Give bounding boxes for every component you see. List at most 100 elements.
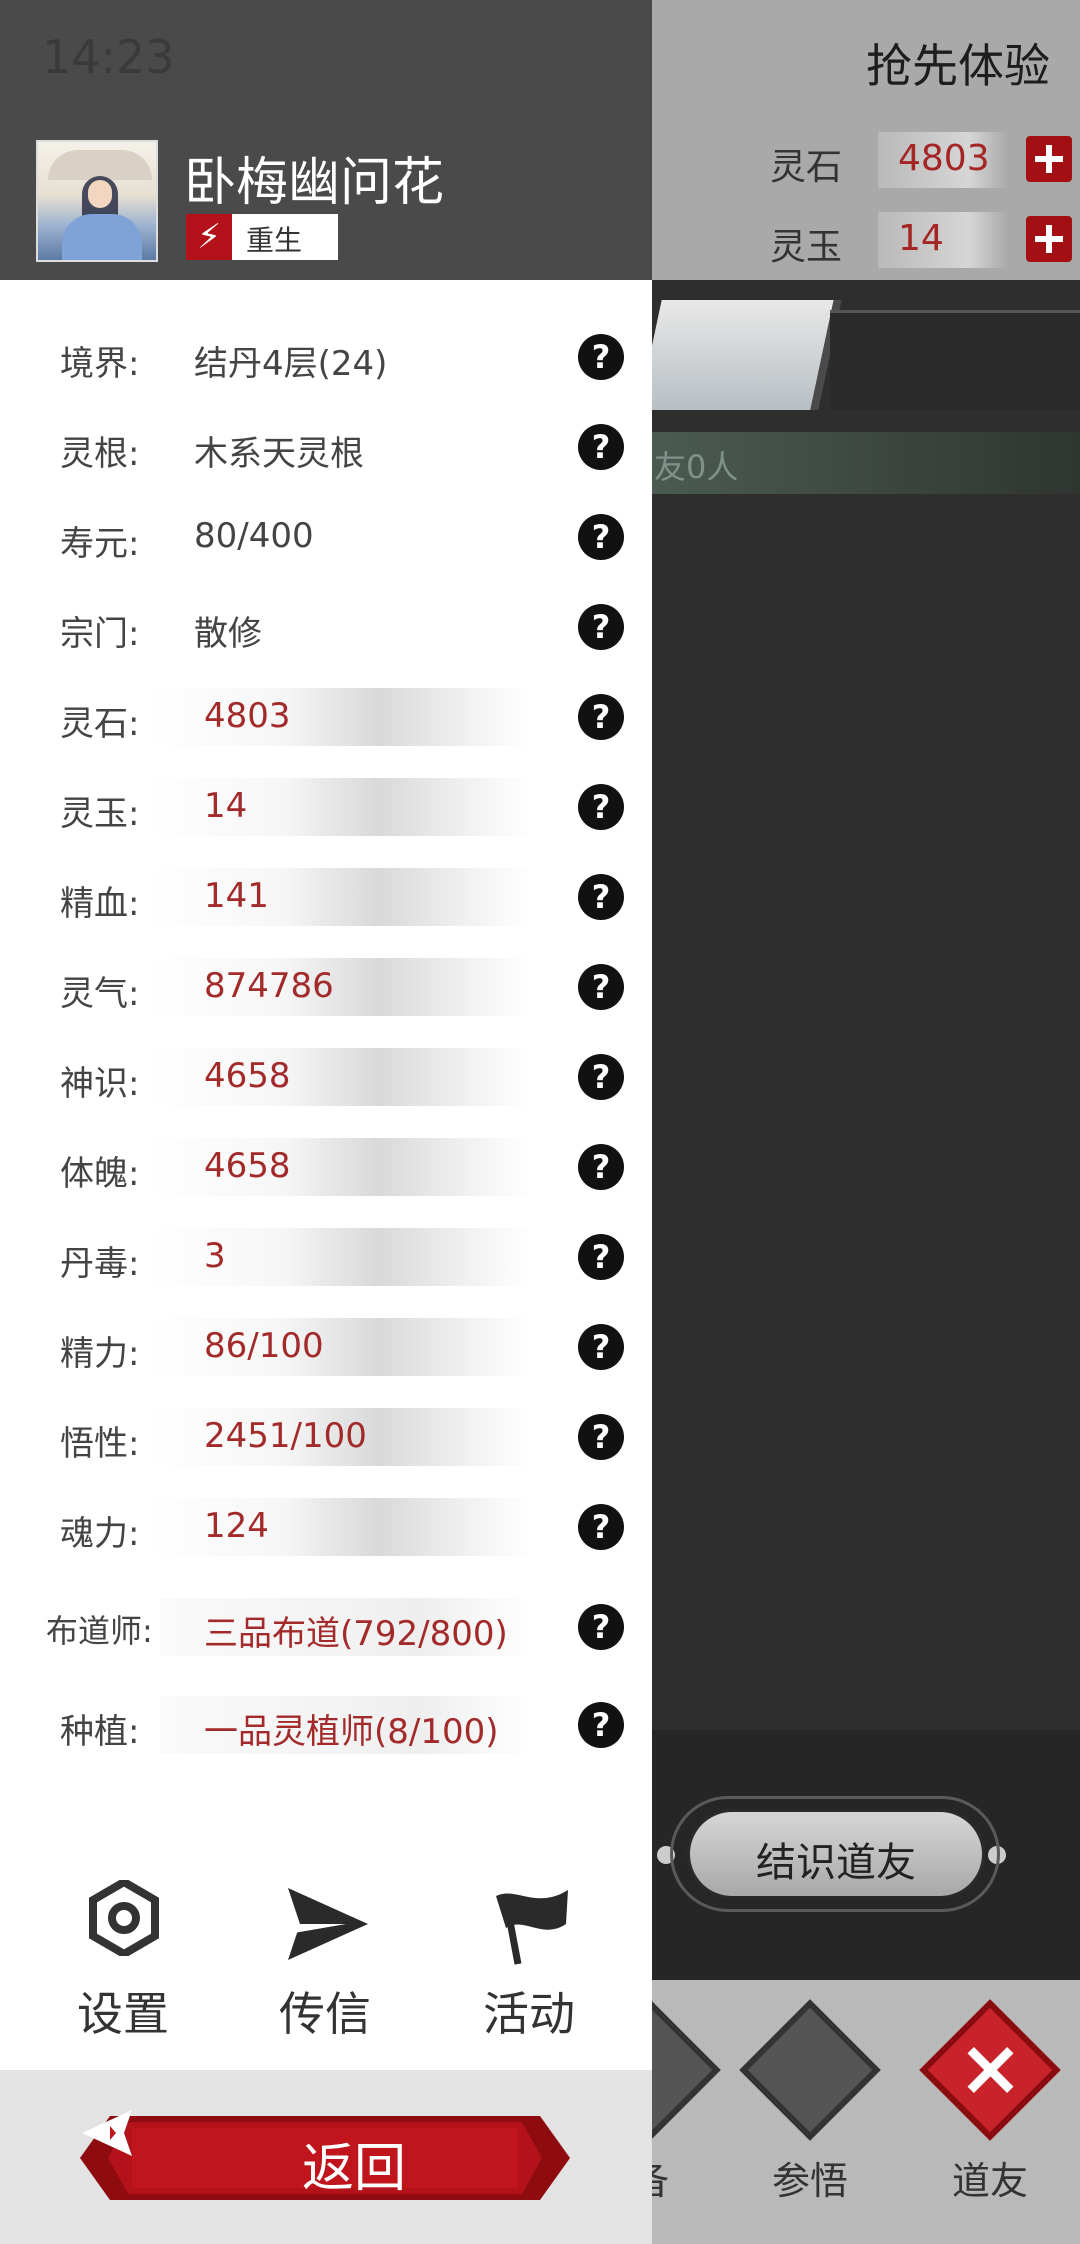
gear-icon [89, 1880, 159, 1956]
lightning-icon: ⚡ [186, 214, 232, 260]
stat-row: 灵玉: 14? [0, 772, 652, 842]
stat-row: 宗门: 散修? [0, 592, 652, 662]
help-icon[interactable]: ? [578, 1414, 624, 1460]
player-name: 卧梅幽问花 [184, 153, 445, 213]
currency-value: 14 [878, 212, 1008, 268]
stat-label: 精力: [60, 1334, 140, 1374]
stat-label: 灵石: [60, 704, 140, 744]
stat-label: 精血: [60, 884, 140, 924]
currency-spirit-stone: 灵石 4803 [770, 132, 1072, 188]
back-label: 返回 [302, 2139, 407, 2199]
help-icon[interactable]: ? [578, 1702, 624, 1748]
settings-button[interactable]: 设置 [38, 1880, 208, 2041]
back-bar: 返回 [0, 2070, 652, 2244]
status-time: 14:23 [42, 30, 175, 84]
settings-label: 设置 [77, 1987, 169, 2041]
help-icon[interactable]: ? [578, 1054, 624, 1100]
stat-row: 境界: 结丹4层(24)? [0, 322, 652, 392]
stat-row: 灵气: 874786? [0, 952, 652, 1022]
help-icon[interactable]: ? [578, 964, 624, 1010]
stat-value: 141 [204, 876, 269, 916]
stat-label: 丹毒: [60, 1244, 140, 1284]
stat-value: 木系天灵根 [194, 434, 364, 474]
stat-value: 86/100 [204, 1326, 324, 1366]
stat-value: 2451/100 [204, 1416, 367, 1456]
friend-count-bar: 友0人 [640, 432, 1080, 494]
stat-row: 灵石: 4803? [0, 682, 652, 752]
nav-item-friends[interactable]: 道友 [900, 1999, 1080, 2220]
meet-friend-label: 结识道友 [687, 1809, 985, 1899]
head-shape [88, 180, 112, 208]
stat-value: 三品布道(792/800) [204, 1614, 508, 1654]
background-tab-image[interactable] [638, 300, 842, 410]
stat-label: 悟性: [60, 1424, 140, 1464]
stat-row: 悟性: 2451/100? [0, 1402, 652, 1472]
stat-value: 4658 [204, 1146, 291, 1186]
stat-value: 4803 [204, 696, 291, 736]
help-icon[interactable]: ? [578, 784, 624, 830]
stat-label: 宗门: [60, 614, 140, 654]
add-spirit-stone-plus-icon[interactable] [1026, 136, 1072, 182]
stat-row: 灵根: 木系天灵根? [0, 412, 652, 482]
stat-row: 魂力: 124? [0, 1492, 652, 1562]
nav-item-comprehend[interactable]: 参悟 [720, 1999, 900, 2220]
stat-value: 4658 [204, 1056, 291, 1096]
stat-label: 体魄: [60, 1154, 140, 1194]
stat-label: 魂力: [60, 1514, 140, 1554]
stat-label: 种植: [60, 1712, 140, 1752]
stat-label: 神识: [60, 1064, 140, 1104]
early-access-button[interactable]: 抢先体验 [866, 30, 1050, 96]
nav-label: 参悟 [771, 2159, 848, 2203]
help-icon[interactable]: ? [578, 1604, 624, 1650]
events-label: 活动 [483, 1987, 575, 2041]
add-spirit-jade-plus-icon[interactable] [1026, 216, 1072, 262]
flag-icon [496, 1890, 568, 1965]
message-button[interactable]: 传信 [240, 1880, 410, 2041]
stat-label: 灵根: [60, 434, 140, 474]
stat-value: 散修 [194, 614, 262, 654]
close-icon [962, 2042, 1018, 2098]
stat-value: 3 [204, 1236, 226, 1276]
drawer-header: 14:23 卧梅幽问花 ⚡ 重生 [0, 0, 652, 280]
stat-row: 精血: 141? [0, 862, 652, 932]
send-icon [288, 1888, 368, 1960]
stat-label: 灵气: [60, 974, 140, 1014]
help-icon[interactable]: ? [578, 1324, 624, 1370]
events-button[interactable]: 活动 [444, 1880, 614, 2041]
robe-shape [62, 214, 142, 260]
profile-drawer: 14:23 卧梅幽问花 ⚡ 重生 境界: 结丹4层(24)? 灵根: 木系天灵根? 寿元… [0, 0, 652, 2244]
stat-value: 结丹4层(24) [194, 344, 388, 384]
help-icon[interactable]: ? [578, 1144, 624, 1190]
help-icon[interactable]: ? [578, 1234, 624, 1280]
stat-row: 神识: 4658? [0, 1042, 652, 1112]
help-icon[interactable]: ? [578, 874, 624, 920]
currency-label: 灵石 [770, 147, 843, 188]
rebirth-label: 重生 [246, 224, 303, 257]
help-icon[interactable]: ? [578, 604, 624, 650]
stat-value: 124 [204, 1506, 269, 1546]
background-tab[interactable] [830, 310, 1080, 410]
stat-label: 灵玉: [60, 794, 140, 834]
stat-label: 寿元: [60, 524, 140, 564]
help-icon[interactable]: ? [578, 694, 624, 740]
stat-label: 布道师: [46, 1612, 153, 1650]
message-label: 传信 [279, 1987, 371, 2041]
friend-count-text: 友0人 [654, 448, 739, 486]
stat-value: 874786 [204, 966, 334, 1006]
help-icon[interactable]: ? [578, 514, 624, 560]
currency-spirit-jade: 灵玉 14 [770, 212, 1072, 268]
help-icon[interactable]: ? [578, 334, 624, 380]
help-icon[interactable]: ? [578, 1504, 624, 1550]
currency-value: 4803 [878, 132, 1008, 188]
help-icon[interactable]: ? [578, 424, 624, 470]
stat-value: 一品灵植师(8/100) [204, 1712, 499, 1752]
back-arrow-icon [82, 2110, 132, 2156]
back-button[interactable]: 返回 [80, 2108, 570, 2208]
rebirth-badge[interactable]: ⚡ 重生 [186, 214, 338, 260]
stat-row: 体魄: 4658? [0, 1132, 652, 1202]
meet-friend-button[interactable]: 结识道友 [670, 1796, 1000, 1912]
stat-row: 布道师: 三品布道(792/800)? [0, 1592, 652, 1662]
stat-value: 80/400 [194, 516, 314, 556]
avatar[interactable] [36, 140, 158, 262]
stat-row: 丹毒: 3? [0, 1222, 652, 1292]
